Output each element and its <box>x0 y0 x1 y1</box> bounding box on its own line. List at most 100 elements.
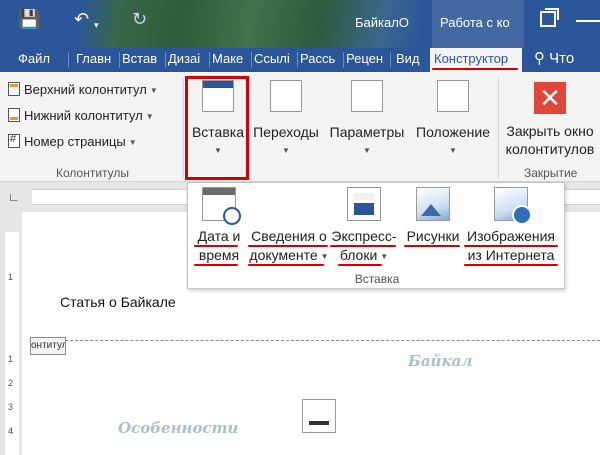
tab-separator <box>68 52 69 68</box>
ruler-number: 1 <box>8 354 14 364</box>
lightbulb-icon[interactable]: ⚲ Что <box>534 48 600 72</box>
header-label: Верхний колонтитул <box>24 82 147 97</box>
date-time-label-2: время <box>198 247 240 263</box>
date-time-label-1: Дата и <box>197 228 241 244</box>
footer-tag: онтитул <box>30 337 66 355</box>
close-icon: ✕ <box>534 82 566 114</box>
quick-parts-icon <box>347 187 381 221</box>
picture-icon <box>416 187 450 221</box>
footer-button[interactable]: Нижний колонтитул ▼ <box>8 108 154 123</box>
vertical-ruler-strip <box>5 232 19 455</box>
ruler-number: 4 <box>8 426 14 436</box>
highlight-underline <box>338 264 382 266</box>
position-label: Положение <box>416 124 490 140</box>
header-button[interactable]: Верхний колонтитул ▼ <box>8 82 158 97</box>
watermark-text: Байкал <box>408 352 473 370</box>
pictures-button[interactable]: Рисунки <box>402 187 464 246</box>
date-time-button[interactable]: Дата и время <box>194 187 244 265</box>
tab-separator <box>297 52 298 68</box>
online-pictures-label-1: Изображения <box>467 228 555 244</box>
document-info-button[interactable]: Сведения о документе ▼ <box>248 187 336 433</box>
document-info-label-2: документе <box>249 247 318 263</box>
tab-separator <box>209 52 210 68</box>
watermark-text: Особенности <box>118 419 239 437</box>
navigation-icon <box>270 80 302 112</box>
options-label: Параметры <box>329 124 405 140</box>
group-label-headers-footers: Колонтитулы <box>56 166 130 180</box>
tab-layout[interactable]: Маке <box>212 48 250 72</box>
highlight-underline <box>404 245 460 247</box>
tab-references[interactable]: Ссылі <box>254 48 296 72</box>
redo-icon[interactable]: ↻ <box>132 10 147 28</box>
tab-separator <box>251 52 252 68</box>
group-label-close: Закрытие <box>524 166 578 180</box>
header-icon <box>8 82 20 96</box>
close-header-footer-button[interactable]: ✕ Закрыть окно колонтитулов <box>500 82 600 158</box>
options-button[interactable]: Параметры ▼ <box>326 80 408 155</box>
highlight-underline <box>330 245 396 247</box>
highlight-underline <box>194 245 238 247</box>
quick-parts-label-1: Экспресс- <box>331 228 397 244</box>
ruler-number: 1 <box>8 272 14 282</box>
calendar-clock-icon <box>202 187 241 225</box>
close-label-line2: колонтитулов <box>505 141 595 157</box>
ribbon-tabs: Файл Главн Встав Дизаі Маке Ссылі Рассь … <box>0 48 600 72</box>
undo-dropdown-icon[interactable]: ▾ <box>94 16 99 34</box>
chevron-down-icon: ▼ <box>380 252 389 261</box>
title-bar: 💾 ↶ ▾ ↻ БайкалО Работа с ко <box>0 0 600 48</box>
highlight-underline <box>464 245 558 247</box>
navigation-button[interactable]: Переходы ▼ <box>250 80 322 155</box>
position-button[interactable]: Положение ▼ <box>410 80 496 155</box>
highlight-box <box>185 76 249 180</box>
tab-separator <box>390 52 391 68</box>
tab-design[interactable]: Дизаі <box>168 48 208 72</box>
tab-separator <box>343 52 344 68</box>
document-info-label-1: Сведения о <box>251 228 327 244</box>
highlight-underline <box>248 245 328 247</box>
header-footer-boundary <box>30 340 600 341</box>
online-picture-icon <box>494 187 532 225</box>
highlight-underline <box>248 264 324 266</box>
close-label-line1: Закрыть окно <box>506 123 594 139</box>
page-number-button[interactable]: Номер страницы▼ <box>8 133 137 149</box>
group-separator <box>498 78 499 178</box>
ruler-number: 3 <box>8 402 14 412</box>
ribbon: Верхний колонтитул▼ Нижний колонтитул▼ Н… <box>0 72 600 182</box>
online-pictures-button[interactable]: Изображения из Интернета <box>462 187 560 265</box>
context-tab-title: Работа с ко <box>440 15 510 30</box>
ribbon-display-options-icon[interactable] <box>540 8 559 27</box>
tab-file[interactable]: Файл <box>18 48 50 72</box>
highlight-underline <box>432 68 518 70</box>
context-tab-header: Работа с ко <box>432 0 524 48</box>
chevron-down-icon: ▼ <box>145 112 154 121</box>
tab-view[interactable]: Вид <box>396 48 426 72</box>
online-pictures-label-2: из Интернета <box>467 247 555 263</box>
tab-insert[interactable]: Встав <box>122 48 164 72</box>
quick-parts-button[interactable]: Экспресс- блоки ▼ <box>330 187 398 266</box>
chevron-down-icon: ▼ <box>149 86 158 95</box>
page-number-icon <box>8 133 20 148</box>
document-info-icon <box>302 399 336 433</box>
tab-review[interactable]: Рецен <box>346 48 388 72</box>
document-body-text[interactable]: Статья о Байкале <box>60 294 176 310</box>
chevron-down-icon: ▼ <box>363 146 371 155</box>
undo-icon[interactable]: ↶ <box>74 10 89 28</box>
pictures-label: Рисунки <box>406 228 460 244</box>
insert-dropdown-panel: Дата и время Сведения о документе ▼ Экспр… <box>187 182 565 433</box>
save-icon[interactable]: 💾 <box>18 10 40 28</box>
tab-home[interactable]: Главн <box>76 48 118 72</box>
chevron-down-icon: ▼ <box>128 138 137 147</box>
group-separator <box>183 78 184 178</box>
navigation-label: Переходы <box>253 124 319 140</box>
highlight-underline <box>194 264 238 266</box>
ruler-number: 2 <box>8 378 14 388</box>
panel-group-label: Вставка <box>354 272 400 286</box>
minimize-button[interactable] <box>576 20 600 22</box>
highlight-underline <box>464 264 558 266</box>
vertical-ruler[interactable]: 1 1 2 3 4 <box>0 212 22 455</box>
document-title: БайкалО <box>355 15 409 30</box>
footer-icon <box>8 108 20 122</box>
tab-stop-icon[interactable]: ∟ <box>8 190 22 204</box>
tab-mailings[interactable]: Рассь <box>300 48 342 72</box>
chevron-down-icon: ▼ <box>282 146 290 155</box>
